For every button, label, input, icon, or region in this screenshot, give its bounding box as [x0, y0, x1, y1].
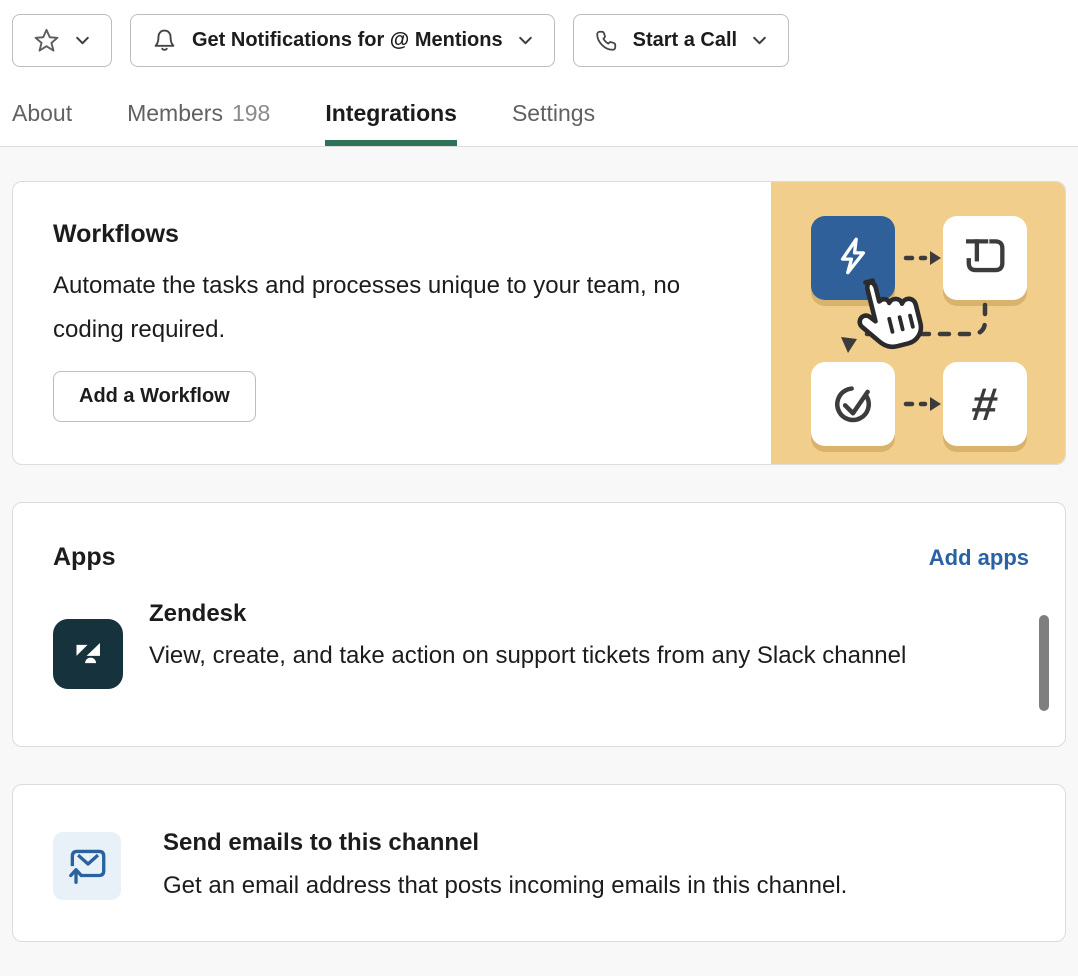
workflows-card: Workflows Automate the tasks and process… [12, 181, 1066, 465]
apps-scrollbar-thumb[interactable] [1039, 615, 1049, 711]
send-emails-title: Send emails to this channel [163, 827, 847, 859]
star-icon [33, 27, 60, 54]
tab-about-label: About [12, 100, 72, 126]
channel-details-header: Get Notifications for @ Mentions Start a… [0, 0, 1078, 147]
zendesk-app-text: Zendesk View, create, and take action on… [149, 598, 906, 678]
bell-icon [151, 27, 178, 54]
tab-integrations[interactable]: Integrations [325, 100, 457, 146]
notifications-button-label: Get Notifications for @ Mentions [192, 29, 503, 52]
start-call-button-label: Start a Call [633, 29, 737, 52]
tab-members[interactable]: Members 198 [127, 100, 270, 146]
tab-members-label: Members [127, 100, 223, 126]
tab-integrations-label: Integrations [325, 100, 457, 126]
tab-members-count: 198 [232, 100, 270, 126]
app-list-item-zendesk[interactable]: Zendesk View, create, and take action on… [13, 572, 1065, 689]
app-description: View, create, and take action on support… [149, 634, 906, 678]
app-name: Zendesk [149, 598, 906, 630]
add-workflow-button[interactable]: Add a Workflow [53, 371, 256, 422]
channel-toolbar: Get Notifications for @ Mentions Start a… [12, 14, 1066, 67]
tab-about[interactable]: About [12, 100, 72, 146]
tab-settings[interactable]: Settings [512, 100, 595, 146]
send-emails-text: Send emails to this channel Get an email… [163, 827, 847, 903]
chevron-down-icon [517, 32, 534, 49]
workflows-illustration: # [771, 182, 1065, 464]
workflows-description: Automate the tasks and processes unique … [53, 264, 693, 352]
apps-title: Apps [53, 543, 116, 572]
email-icon-tile [53, 832, 121, 900]
tab-settings-label: Settings [512, 100, 595, 126]
zendesk-app-icon [53, 619, 123, 689]
channel-tabs: About Members 198 Integrations Settings [12, 100, 1066, 146]
apps-header: Apps Add apps [13, 503, 1065, 572]
integrations-panel: Workflows Automate the tasks and process… [0, 147, 1078, 976]
chevron-down-icon [74, 32, 91, 49]
send-emails-card[interactable]: Send emails to this channel Get an email… [12, 784, 1066, 942]
star-channel-button[interactable] [12, 14, 112, 67]
add-apps-link[interactable]: Add apps [929, 545, 1029, 571]
start-call-button[interactable]: Start a Call [573, 14, 789, 67]
chevron-down-icon [751, 32, 768, 49]
phone-icon [594, 28, 619, 53]
notifications-button[interactable]: Get Notifications for @ Mentions [130, 14, 555, 67]
send-emails-description: Get an email address that posts incoming… [163, 869, 847, 903]
incoming-email-icon [64, 841, 110, 892]
apps-card: Apps Add apps Zendesk View, create, and … [12, 502, 1066, 747]
